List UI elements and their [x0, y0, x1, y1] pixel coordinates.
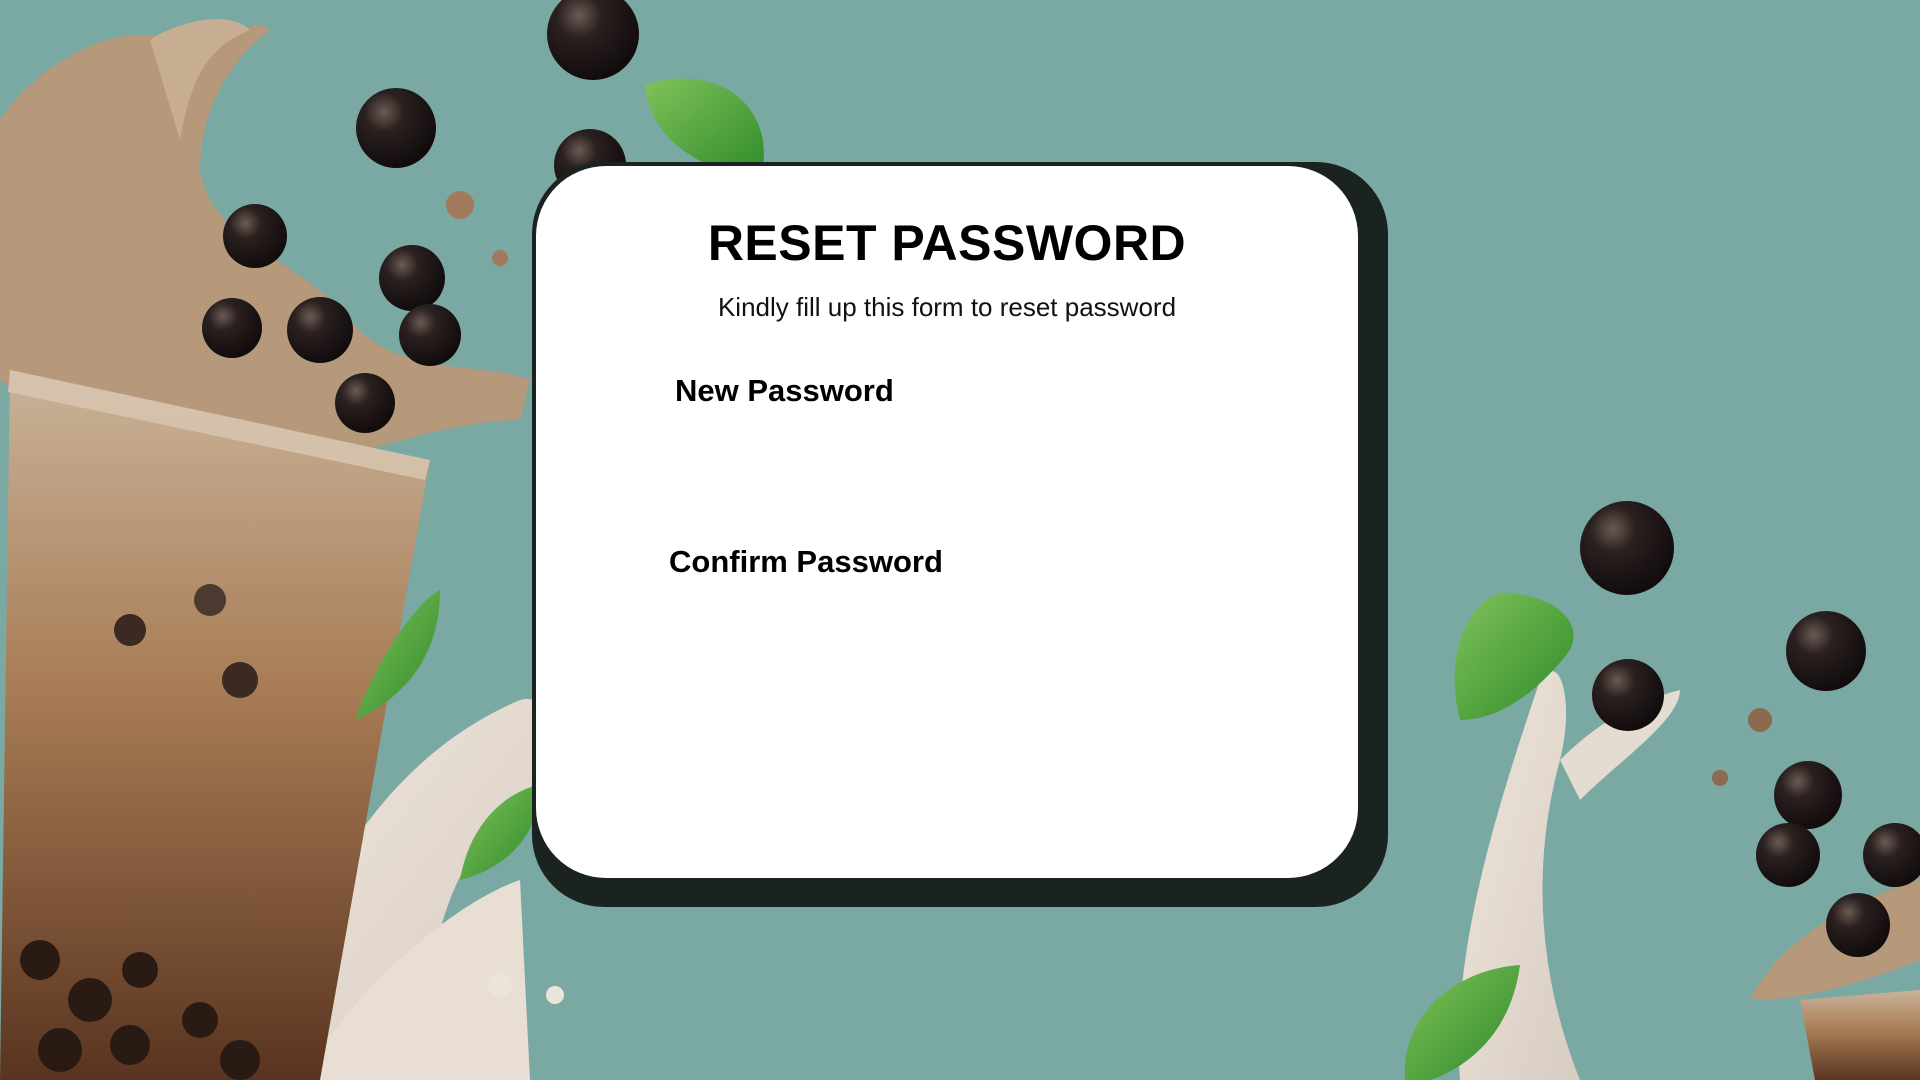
new-password-label: New Password	[675, 373, 894, 408]
page-title: RESET PASSWORD	[707, 215, 1187, 271]
reset-password-card: RESET PASSWORD Kindly fill up this form …	[536, 166, 1358, 878]
confirm-password-field[interactable]	[669, 594, 1193, 648]
new-password-field[interactable]	[675, 424, 1199, 478]
confirm-password-label: Confirm Password	[669, 544, 943, 579]
page-subtitle: Kindly fill up this form to reset passwo…	[717, 292, 1177, 322]
